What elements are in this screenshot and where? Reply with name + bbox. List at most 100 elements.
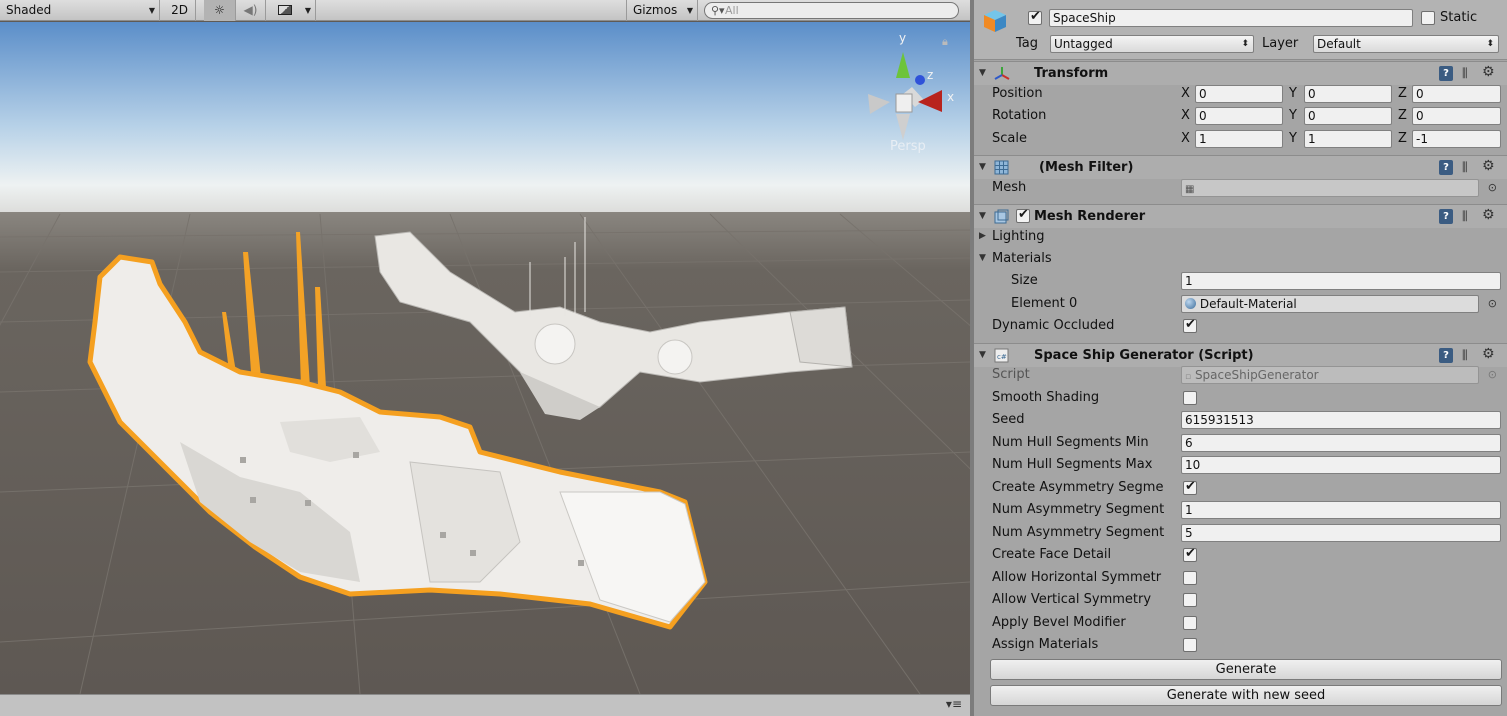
- fold-down-icon[interactable]: ▼: [979, 162, 986, 172]
- layer-dropdown[interactable]: Default ⬍: [1313, 35, 1499, 53]
- object-active-checkbox[interactable]: [1028, 9, 1042, 25]
- layer-value: Default: [1317, 37, 1361, 51]
- help-book-icon[interactable]: ?: [1439, 66, 1453, 81]
- num-asym-min-field[interactable]: 1: [1181, 501, 1501, 519]
- gizmos-dropdown[interactable]: Gizmos ▼: [626, 0, 698, 21]
- object-picker-icon[interactable]: ⊙: [1488, 297, 1497, 310]
- scale-y-field[interactable]: 1: [1304, 130, 1392, 148]
- chevron-down-icon: ▼: [686, 6, 693, 15]
- preset-sliders-icon[interactable]: ⫼: [1462, 160, 1468, 175]
- face-detail-checkbox[interactable]: [1183, 546, 1197, 562]
- static-label: Static: [1440, 10, 1478, 25]
- fold-down-icon[interactable]: ▼: [979, 211, 986, 221]
- smooth-shading-checkbox[interactable]: [1183, 391, 1197, 405]
- gear-icon[interactable]: ⚙: [1482, 158, 1495, 174]
- 2d-toggle-button[interactable]: 2D: [164, 0, 196, 21]
- z-axis-label[interactable]: Z: [1398, 108, 1407, 123]
- fold-down-icon[interactable]: ▼: [979, 68, 986, 78]
- create-asymmetry-checkbox[interactable]: [1183, 479, 1197, 495]
- help-book-icon[interactable]: ?: [1439, 209, 1453, 224]
- materials-size-field[interactable]: 1: [1181, 272, 1501, 290]
- hull-max-row: Num Hull Segments Max 10: [974, 454, 1507, 476]
- element0-material-field[interactable]: Default-Material: [1181, 295, 1479, 313]
- scale-z-field[interactable]: -1: [1412, 130, 1501, 148]
- effects-dropdown[interactable]: ▼: [270, 0, 316, 21]
- preset-sliders-icon[interactable]: ⫼: [1462, 209, 1468, 224]
- num-asym-max-label: Num Asymmetry Segment: [992, 525, 1165, 540]
- mesh-label: Mesh: [992, 180, 1027, 195]
- lighting-row[interactable]: ▶ Lighting: [974, 226, 1507, 248]
- materials-row[interactable]: ▼ Materials: [974, 248, 1507, 270]
- rotation-y-field[interactable]: 0: [1304, 107, 1392, 125]
- scale-x-field[interactable]: 1: [1195, 130, 1283, 148]
- dynamic-occluded-label: Dynamic Occluded: [992, 318, 1115, 333]
- object-picker-icon: ⊙: [1487, 368, 1497, 381]
- mesh-renderer-header[interactable]: ▼ Mesh Renderer ? ⫼ ⚙: [974, 204, 1507, 228]
- help-book-icon[interactable]: ?: [1439, 160, 1453, 175]
- generate-new-seed-button[interactable]: Generate with new seed: [990, 685, 1502, 706]
- assign-materials-checkbox[interactable]: [1183, 638, 1197, 652]
- help-book-icon[interactable]: ?: [1439, 348, 1453, 363]
- hull-max-label: Num Hull Segments Max: [992, 457, 1153, 472]
- preset-sliders-icon[interactable]: ⫼: [1462, 348, 1468, 363]
- y-axis-label[interactable]: Y: [1289, 131, 1297, 146]
- gear-icon[interactable]: ⚙: [1482, 346, 1495, 362]
- face-detail-row: Create Face Detail: [974, 544, 1507, 566]
- chevron-updown-icon: ⬍: [1486, 39, 1494, 49]
- rotation-z-field[interactable]: 0: [1412, 107, 1501, 125]
- mesh-renderer-title: Mesh Renderer: [1034, 209, 1146, 224]
- hull-max-field[interactable]: 10: [1181, 456, 1501, 474]
- mesh-renderer-enabled-checkbox[interactable]: [1016, 207, 1030, 223]
- fold-down-icon[interactable]: ▼: [979, 350, 986, 360]
- y-axis-label[interactable]: Y: [1289, 108, 1297, 123]
- mesh-grid-icon: [994, 160, 1009, 175]
- shading-mode-dropdown[interactable]: Shaded ▼: [0, 0, 160, 21]
- perspective-label[interactable]: Persp: [890, 139, 926, 154]
- horiz-sym-label: Allow Horizontal Symmetr: [992, 570, 1162, 585]
- scene-lighting-button[interactable]: ☼: [204, 0, 236, 21]
- bevel-checkbox[interactable]: [1183, 616, 1197, 630]
- z-axis-label[interactable]: Z: [1398, 86, 1407, 101]
- position-z-field[interactable]: 0: [1412, 85, 1501, 103]
- transform-header[interactable]: ▼ Transform ? ⫼ ⚙: [974, 61, 1507, 85]
- gizmo-y-label: y: [899, 31, 906, 45]
- rotation-x-field[interactable]: 0: [1195, 107, 1283, 125]
- x-axis-label[interactable]: X: [1181, 131, 1190, 146]
- tag-dropdown[interactable]: Untagged ⬍: [1050, 35, 1254, 53]
- x-axis-label[interactable]: X: [1181, 86, 1190, 101]
- scene-viewport[interactable]: y z x: [0, 22, 970, 694]
- z-axis-label[interactable]: Z: [1398, 131, 1407, 146]
- dynamic-occluded-checkbox[interactable]: [1183, 317, 1197, 333]
- audio-toggle-button[interactable]: ◀): [236, 0, 266, 21]
- mesh-object-field[interactable]: ▦: [1181, 179, 1479, 197]
- fold-down-icon[interactable]: ▼: [979, 253, 986, 263]
- seed-field[interactable]: 615931513: [1181, 411, 1501, 429]
- scene-search-input[interactable]: ⚲▾ All: [704, 2, 959, 19]
- gear-icon[interactable]: ⚙: [1482, 64, 1495, 80]
- static-checkbox[interactable]: [1421, 11, 1435, 25]
- scene-view[interactable]: Shaded ▼ 2D ☼ ◀) ▼ Gizmos ▼ ⚲▾ All y z x…: [0, 0, 970, 716]
- lock-icon[interactable]: 🔒︎: [942, 35, 948, 49]
- search-icon: ⚲▾: [711, 4, 725, 17]
- position-y-field[interactable]: 0: [1304, 85, 1392, 103]
- vert-sym-checkbox[interactable]: [1183, 593, 1197, 607]
- num-asym-max-field[interactable]: 5: [1181, 524, 1501, 542]
- menu-icon[interactable]: ▾≡: [946, 697, 962, 711]
- gear-icon[interactable]: ⚙: [1482, 207, 1495, 223]
- horiz-sym-checkbox[interactable]: [1183, 571, 1197, 585]
- scale-label: Scale: [992, 131, 1027, 146]
- preset-sliders-icon[interactable]: ⫼: [1462, 66, 1468, 81]
- mesh-filter-header[interactable]: ▼ (Mesh Filter) ? ⫼ ⚙: [974, 155, 1507, 179]
- generator-title: Space Ship Generator (Script): [1034, 348, 1254, 363]
- fold-right-icon[interactable]: ▶: [979, 231, 986, 241]
- position-x-field[interactable]: 0: [1195, 85, 1283, 103]
- generate-button[interactable]: Generate: [990, 659, 1502, 680]
- component-header-icons: ? ⫼ ⚙: [1439, 158, 1501, 176]
- gizmos-label: Gizmos: [633, 3, 678, 17]
- chevron-down-icon: ▼: [148, 6, 155, 15]
- hull-min-field[interactable]: 6: [1181, 434, 1501, 452]
- object-picker-icon[interactable]: ⊙: [1488, 181, 1497, 194]
- y-axis-label[interactable]: Y: [1289, 86, 1297, 101]
- x-axis-label[interactable]: X: [1181, 108, 1190, 123]
- object-name-field[interactable]: SpaceShip: [1049, 9, 1413, 27]
